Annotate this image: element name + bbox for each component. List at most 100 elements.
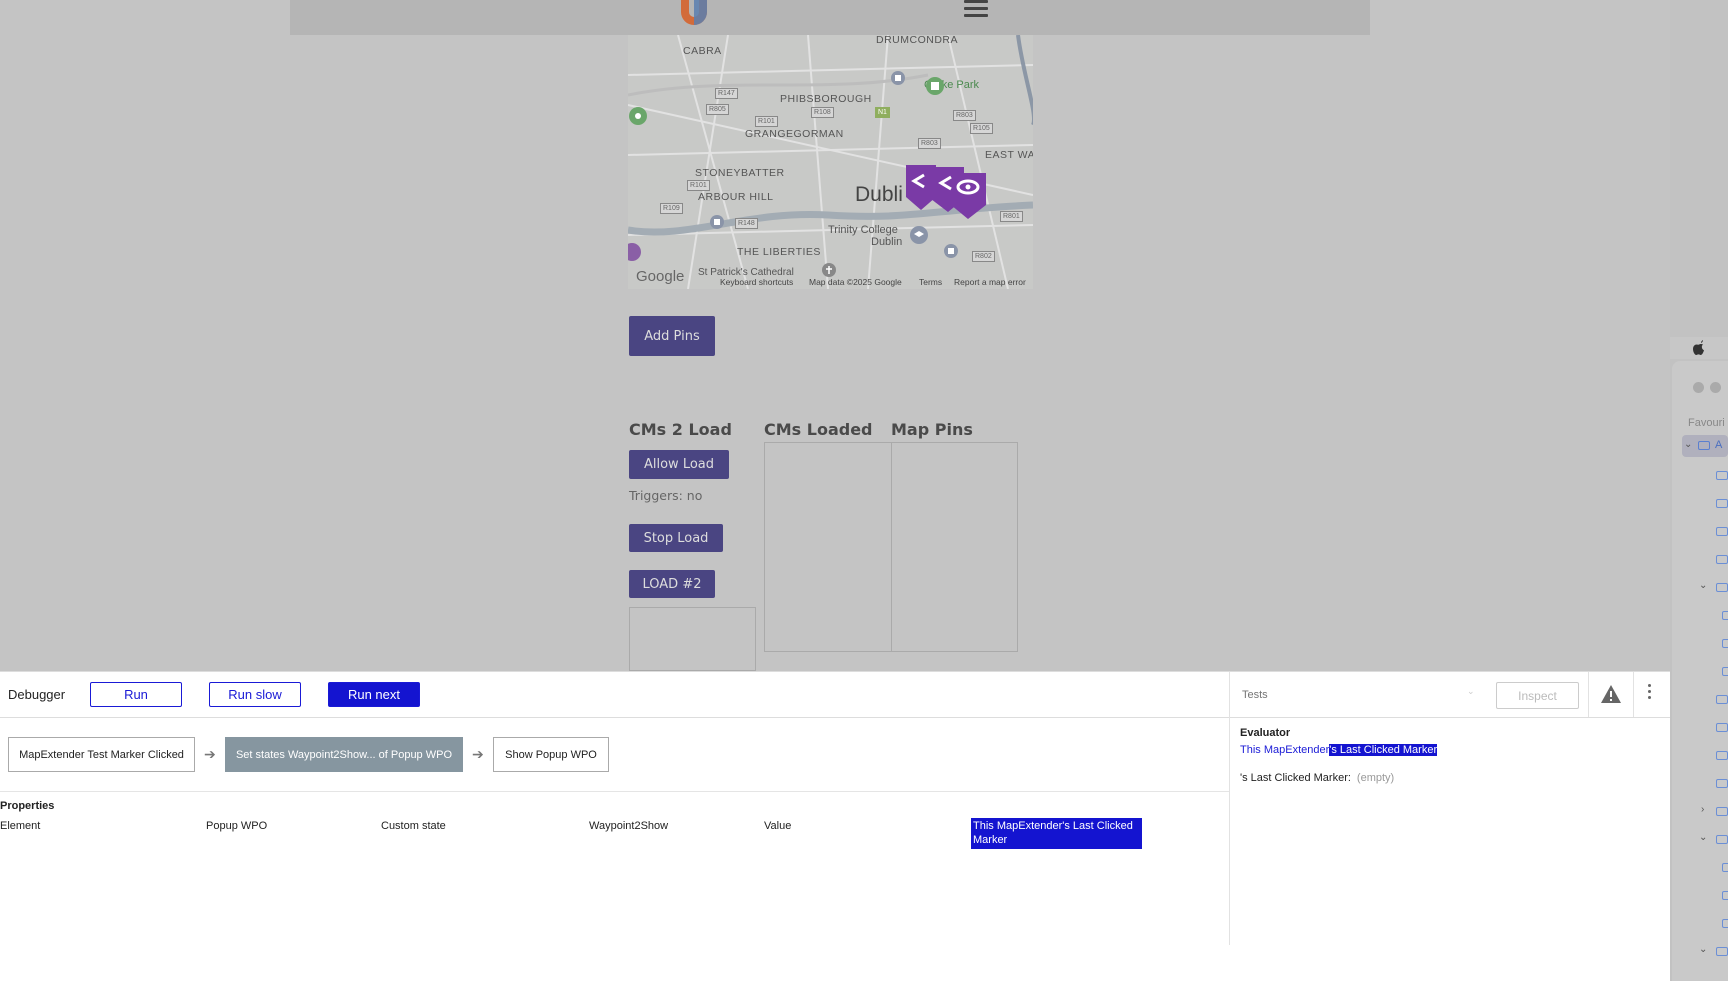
window-close-button[interactable] xyxy=(1693,382,1704,393)
map-label: STONEYBATTER xyxy=(695,167,785,179)
folder-icon[interactable] xyxy=(1722,667,1728,676)
church-icon xyxy=(822,263,836,277)
inbox-icon[interactable] xyxy=(1716,947,1728,956)
workflow-step[interactable]: MapExtender Test Marker Clicked xyxy=(8,737,195,772)
transit-icon xyxy=(944,244,958,258)
cms2load-list xyxy=(629,607,756,671)
evaluator-expression-part: This MapExtender xyxy=(1240,744,1330,756)
road-label: R109 xyxy=(660,203,683,214)
inbox-icon[interactable] xyxy=(1716,471,1728,480)
property-label: Custom state xyxy=(381,820,446,832)
finder-window-edge: Favouri ⌄ A ⌄ › ⌄ ⌄ xyxy=(1670,0,1728,981)
map-label: DRUMCONDRA xyxy=(876,35,958,46)
run-button[interactable]: Run xyxy=(90,682,182,707)
triggers-status: Triggers: no xyxy=(629,488,703,503)
map-pins-list xyxy=(891,442,1018,652)
map-label: ARBOUR HILL xyxy=(698,191,774,203)
evaluator-expression-selected[interactable]: 's Last Clicked Marker xyxy=(1329,744,1438,756)
inbox-icon[interactable] xyxy=(1716,583,1728,592)
stadium-pin-icon xyxy=(926,77,944,95)
property-label: Element xyxy=(0,820,41,832)
evaluator-expression[interactable]: This MapExtender's Last Clicked Marker xyxy=(1240,744,1438,756)
road-label: R805 xyxy=(706,104,729,115)
property-value: Popup WPO xyxy=(206,820,268,832)
road-label: R101 xyxy=(755,116,778,127)
road-label: R101 xyxy=(687,180,710,191)
inbox-icon xyxy=(1698,441,1710,450)
inbox-icon[interactable] xyxy=(1716,723,1728,732)
evaluator-title: Evaluator xyxy=(1240,727,1291,739)
inbox-icon[interactable] xyxy=(1716,835,1728,844)
debugger-title: Debugger xyxy=(8,687,66,702)
run-slow-button[interactable]: Run slow xyxy=(209,682,301,707)
folder-icon[interactable] xyxy=(1722,611,1728,620)
map-pins-heading: Map Pins xyxy=(891,420,973,439)
load2-button[interactable]: LOAD #2 xyxy=(629,570,715,598)
apple-icon[interactable] xyxy=(1692,340,1706,356)
property-label: Value xyxy=(764,820,792,832)
more-options-icon[interactable] xyxy=(1648,684,1652,702)
evaluator-panel: ⌄ Inspect Evaluator This MapExtender's L… xyxy=(1229,672,1670,945)
map-footer-link[interactable]: Terms xyxy=(919,277,942,287)
road-label: N1 xyxy=(875,107,890,118)
map-pin-cluster[interactable] xyxy=(906,165,996,220)
map-footer-link[interactable]: Report a map error xyxy=(954,277,1026,287)
arrow-right-icon: ➔ xyxy=(472,746,484,762)
warning-icon[interactable] xyxy=(1600,684,1622,704)
inbox-icon[interactable] xyxy=(1716,527,1728,536)
folder-icon[interactable] xyxy=(1722,863,1728,872)
element-search-input[interactable] xyxy=(1242,684,1472,706)
chevron-down-icon[interactable]: ⌄ xyxy=(1684,439,1692,450)
workflow-step[interactable]: Show Popup WPO xyxy=(493,737,609,772)
property-value-expression[interactable]: This MapExtender's Last Clicked Marker xyxy=(971,818,1142,849)
road-label: R801 xyxy=(1000,211,1023,222)
stop-load-button[interactable]: Stop Load xyxy=(629,524,723,552)
map-place-label: Dublin xyxy=(871,236,903,248)
poi-icon xyxy=(628,243,641,261)
cms-loaded-list xyxy=(764,442,892,652)
inbox-icon[interactable] xyxy=(1716,751,1728,760)
chevron-right-icon[interactable]: › xyxy=(1701,804,1704,815)
workflow-step-current[interactable]: Set states Waypoint2Show... of Popup WPO xyxy=(225,737,463,772)
map-label: GRANGEGORMAN xyxy=(745,128,844,140)
folder-icon[interactable] xyxy=(1722,639,1728,648)
app-logo-icon[interactable] xyxy=(677,0,711,26)
inbox-icon[interactable] xyxy=(1716,807,1728,816)
inbox-icon[interactable] xyxy=(1716,695,1728,704)
chevron-down-icon[interactable]: ⌄ xyxy=(1699,580,1707,591)
inbox-icon[interactable] xyxy=(1716,555,1728,564)
hamburger-menu-icon[interactable] xyxy=(964,0,988,18)
road-label: R108 xyxy=(811,107,834,118)
inspect-button[interactable]: Inspect xyxy=(1496,682,1579,709)
window-minimize-button[interactable] xyxy=(1710,382,1721,393)
chevron-down-icon[interactable]: ⌄ xyxy=(1699,832,1707,843)
road-label: R803 xyxy=(918,138,941,149)
park-icon xyxy=(629,107,647,125)
top-navbar xyxy=(290,0,1370,35)
map[interactable]: CABRA DRUMCONDRA PHIBSBOROUGH GRANGEGORM… xyxy=(628,35,1033,289)
map-footer-link[interactable]: Keyboard shortcuts xyxy=(720,277,793,287)
university-icon xyxy=(910,226,928,244)
sidebar-item-label: A xyxy=(1715,439,1723,451)
sidebar-item-selected[interactable]: ⌄ A xyxy=(1682,435,1728,457)
inbox-icon[interactable] xyxy=(1716,779,1728,788)
mac-menubar xyxy=(1670,337,1728,359)
cms-loaded-heading: CMs Loaded xyxy=(764,420,873,439)
folder-icon[interactable] xyxy=(1722,891,1728,900)
allow-load-button[interactable]: Allow Load xyxy=(629,450,729,479)
road-label: R803 xyxy=(953,110,976,121)
map-label: CABRA xyxy=(683,45,722,57)
map-label: EAST WA xyxy=(985,149,1033,161)
inbox-icon[interactable] xyxy=(1716,499,1728,508)
chevron-down-icon[interactable]: ⌄ xyxy=(1467,686,1475,697)
folder-icon[interactable] xyxy=(1722,919,1728,928)
finder-sidebar: Favouri ⌄ A ⌄ › ⌄ ⌄ xyxy=(1672,361,1728,981)
app-page: CABRA DRUMCONDRA PHIBSBOROUGH GRANGEGORM… xyxy=(0,0,1670,671)
chevron-down-icon[interactable]: ⌄ xyxy=(1699,944,1707,955)
map-brand: Google xyxy=(636,268,685,285)
map-footer-link: Map data ©2025 Google xyxy=(809,277,902,287)
road-label: R148 xyxy=(735,218,758,229)
run-next-button[interactable]: Run next xyxy=(328,682,420,707)
transit-icon xyxy=(891,71,905,85)
add-pins-button[interactable]: Add Pins xyxy=(629,316,715,356)
